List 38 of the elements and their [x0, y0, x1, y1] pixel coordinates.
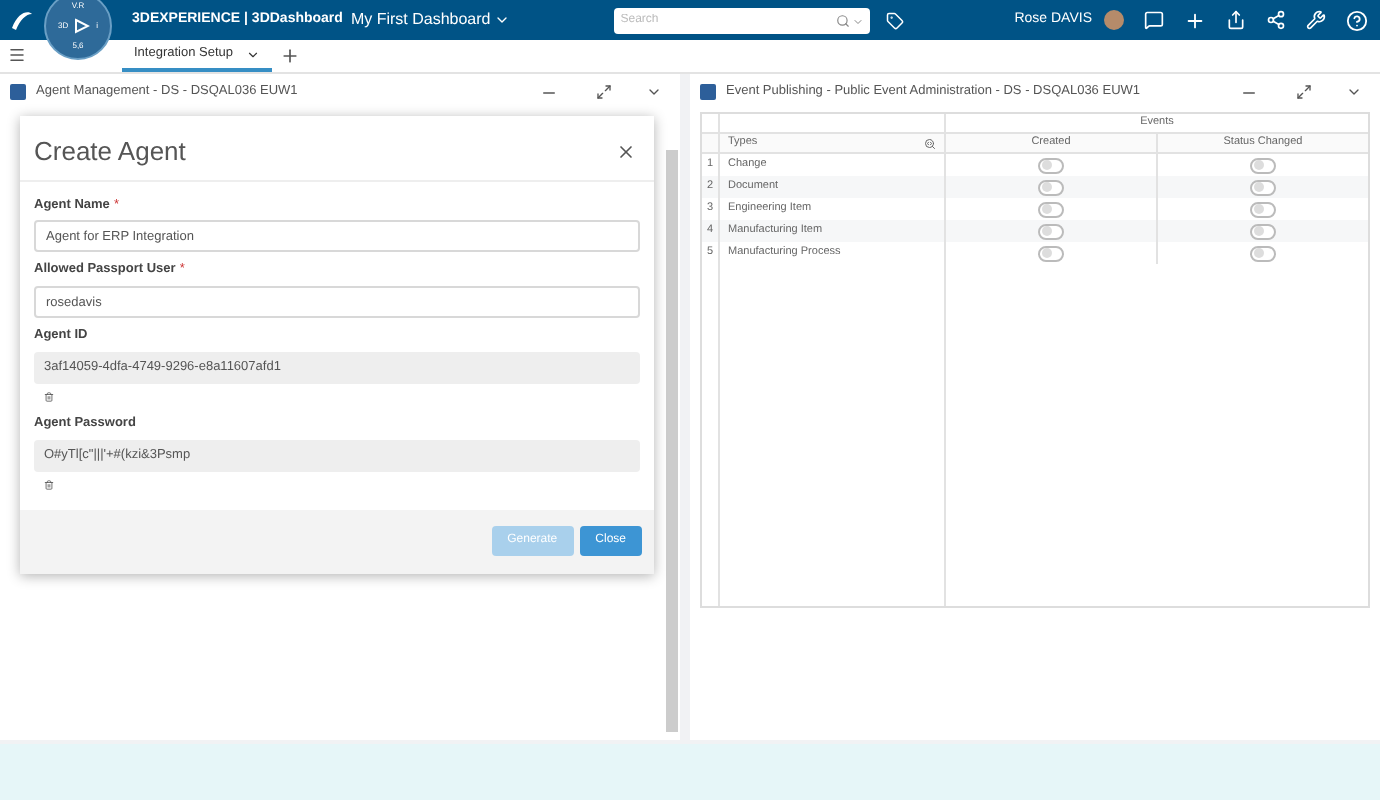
dashboard-menu[interactable]: My First Dashboard — [350, 8, 511, 32]
menu-icon[interactable] — [8, 46, 26, 64]
chevron-down-icon — [245, 47, 260, 61]
tools-icon[interactable] — [1306, 10, 1326, 30]
add-tab-icon[interactable] — [279, 46, 300, 66]
chevron-down-icon[interactable] — [646, 84, 662, 100]
toggle-switch[interactable] — [1250, 245, 1276, 261]
column-search-icon[interactable] — [924, 137, 936, 149]
toggle-switch[interactable] — [1250, 179, 1276, 195]
tag-icon[interactable] — [886, 11, 905, 29]
toggle-switch[interactable] — [1038, 157, 1064, 173]
chevron-down-icon[interactable] — [1346, 84, 1362, 100]
maximize-icon[interactable] — [1296, 84, 1312, 100]
dialog-title: Create Agent — [34, 134, 186, 170]
close-icon[interactable] — [616, 141, 636, 162]
toggle-switch[interactable] — [1038, 223, 1064, 239]
play-icon — [74, 18, 91, 34]
trash-icon[interactable] — [44, 391, 54, 402]
toggle-switch[interactable] — [1038, 179, 1064, 195]
toggle-switch[interactable] — [1250, 201, 1276, 217]
share-icon[interactable] — [1226, 10, 1246, 30]
chat-icon[interactable] — [1144, 10, 1164, 30]
scrollbar[interactable] — [666, 150, 678, 732]
maximize-icon[interactable] — [596, 84, 612, 100]
toggle-switch[interactable] — [1038, 245, 1064, 261]
search-icon[interactable] — [836, 13, 851, 27]
chevron-down-icon — [494, 12, 511, 28]
logo-icon — [8, 8, 36, 32]
avatar[interactable] — [1104, 10, 1124, 30]
toggle-switch[interactable] — [1250, 223, 1276, 239]
help-icon[interactable] — [1346, 9, 1368, 31]
trash-icon[interactable] — [44, 479, 54, 489]
toggle-switch[interactable] — [1250, 157, 1276, 173]
plus-icon[interactable] — [1184, 9, 1206, 31]
toggle-switch[interactable] — [1038, 201, 1064, 217]
widget-icon — [10, 84, 26, 100]
network-icon[interactable] — [1266, 10, 1286, 30]
widget-icon — [700, 84, 716, 100]
